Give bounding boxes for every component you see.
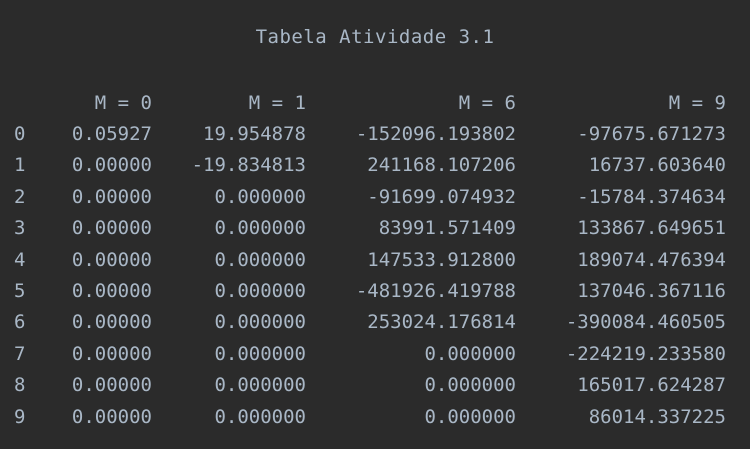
- table-cell: 86014.337225: [588, 405, 726, 428]
- table-row: 8 0.00000 0.000000 0.000000 165017.624287: [14, 370, 726, 401]
- table-cell: 0.00000: [71, 248, 152, 271]
- table-row: 5 0.00000 0.000000 -481926.419788 137046.367…: [14, 275, 726, 306]
- table-cell: 0.05927: [71, 123, 152, 146]
- table-title: Tabela Atividade 3.1: [255, 26, 495, 48]
- row-index: 5: [14, 280, 26, 303]
- table-cell: 0.000000: [214, 342, 306, 365]
- row-index: 0: [14, 123, 26, 146]
- table-cell: -19.834813: [191, 154, 306, 177]
- row-index: 6: [14, 311, 26, 334]
- header-row: M = 0 M = 1 M = 6 M = 9: [14, 87, 726, 118]
- row-index: 3: [14, 217, 26, 240]
- results-table: M = 0 M = 1 M = 6 M = 9 0 0.05927 19.95487…: [14, 87, 726, 432]
- row-index: 1: [14, 154, 26, 177]
- table-cell: 0.000000: [214, 405, 306, 428]
- table-cell: 0.000000: [424, 342, 516, 365]
- table-row: 4 0.00000 0.000000 147533.912800 189074.4763…: [14, 244, 726, 275]
- table-cell: -152096.193802: [355, 123, 516, 146]
- table-row: 7 0.00000 0.000000 0.000000 -224219.233580: [14, 338, 726, 369]
- table-cell: 0.000000: [214, 217, 306, 240]
- table-row: 2 0.00000 0.000000 -91699.074932 -15784.3746…: [14, 181, 726, 212]
- table-cell: 133867.649651: [577, 217, 726, 240]
- table-cell: 0.00000: [71, 311, 152, 334]
- table-cell: -224219.233580: [565, 342, 726, 365]
- table-cell: 0.000000: [214, 374, 306, 397]
- table-body: 0 0.05927 19.954878 -152096.193802 -97675.67…: [14, 118, 726, 432]
- table-row: 3 0.00000 0.000000 83991.571409 133867.64965…: [14, 213, 726, 244]
- table-row: 9 0.00000 0.000000 0.000000 86014.337225: [14, 401, 726, 432]
- table-cell: 83991.571409: [378, 217, 516, 240]
- table-cell: 0.00000: [71, 185, 152, 208]
- column-header: M = 6: [458, 91, 516, 114]
- table-cell: 147533.912800: [367, 248, 516, 271]
- table-cell: 0.000000: [424, 374, 516, 397]
- table-cell: -91699.074932: [367, 185, 516, 208]
- table-cell: 165017.624287: [577, 374, 726, 397]
- table-cell: -15784.374634: [577, 185, 726, 208]
- table-cell: 0.00000: [71, 217, 152, 240]
- table-cell: -390084.460505: [565, 311, 726, 334]
- table-cell: -481926.419788: [355, 280, 516, 303]
- table-cell: 189074.476394: [577, 248, 726, 271]
- row-index: 2: [14, 185, 26, 208]
- table-cell: 0.000000: [214, 280, 306, 303]
- table-cell: 0.000000: [214, 311, 306, 334]
- table-cell: 0.000000: [214, 248, 306, 271]
- row-index: 4: [14, 248, 26, 271]
- row-index: 8: [14, 374, 26, 397]
- index-header: [14, 87, 40, 118]
- table-cell: 253024.176814: [367, 311, 516, 334]
- table-cell: 19.954878: [203, 123, 306, 146]
- row-index: 9: [14, 405, 26, 428]
- table-cell: 137046.367116: [577, 280, 726, 303]
- table-cell: 241168.107206: [367, 154, 516, 177]
- column-header: M = 9: [668, 91, 726, 114]
- table-row: 6 0.00000 0.000000 253024.176814 -390084.460…: [14, 307, 726, 338]
- table-row: 1 0.00000 -19.834813 241168.107206 16737.603…: [14, 150, 726, 181]
- table-cell: 0.00000: [71, 342, 152, 365]
- table-cell: 0.00000: [71, 280, 152, 303]
- column-header: M = 1: [248, 91, 306, 114]
- table-row: 0 0.05927 19.954878 -152096.193802 -97675.67…: [14, 118, 726, 149]
- row-index: 7: [14, 342, 26, 365]
- table-cell: 0.000000: [424, 405, 516, 428]
- column-header: M = 0: [94, 91, 152, 114]
- table-cell: 0.00000: [71, 374, 152, 397]
- table-cell: 0.00000: [71, 405, 152, 428]
- table-cell: 0.00000: [71, 154, 152, 177]
- table-cell: 0.000000: [214, 185, 306, 208]
- table-cell: 16737.603640: [588, 154, 726, 177]
- table-cell: -97675.671273: [577, 123, 726, 146]
